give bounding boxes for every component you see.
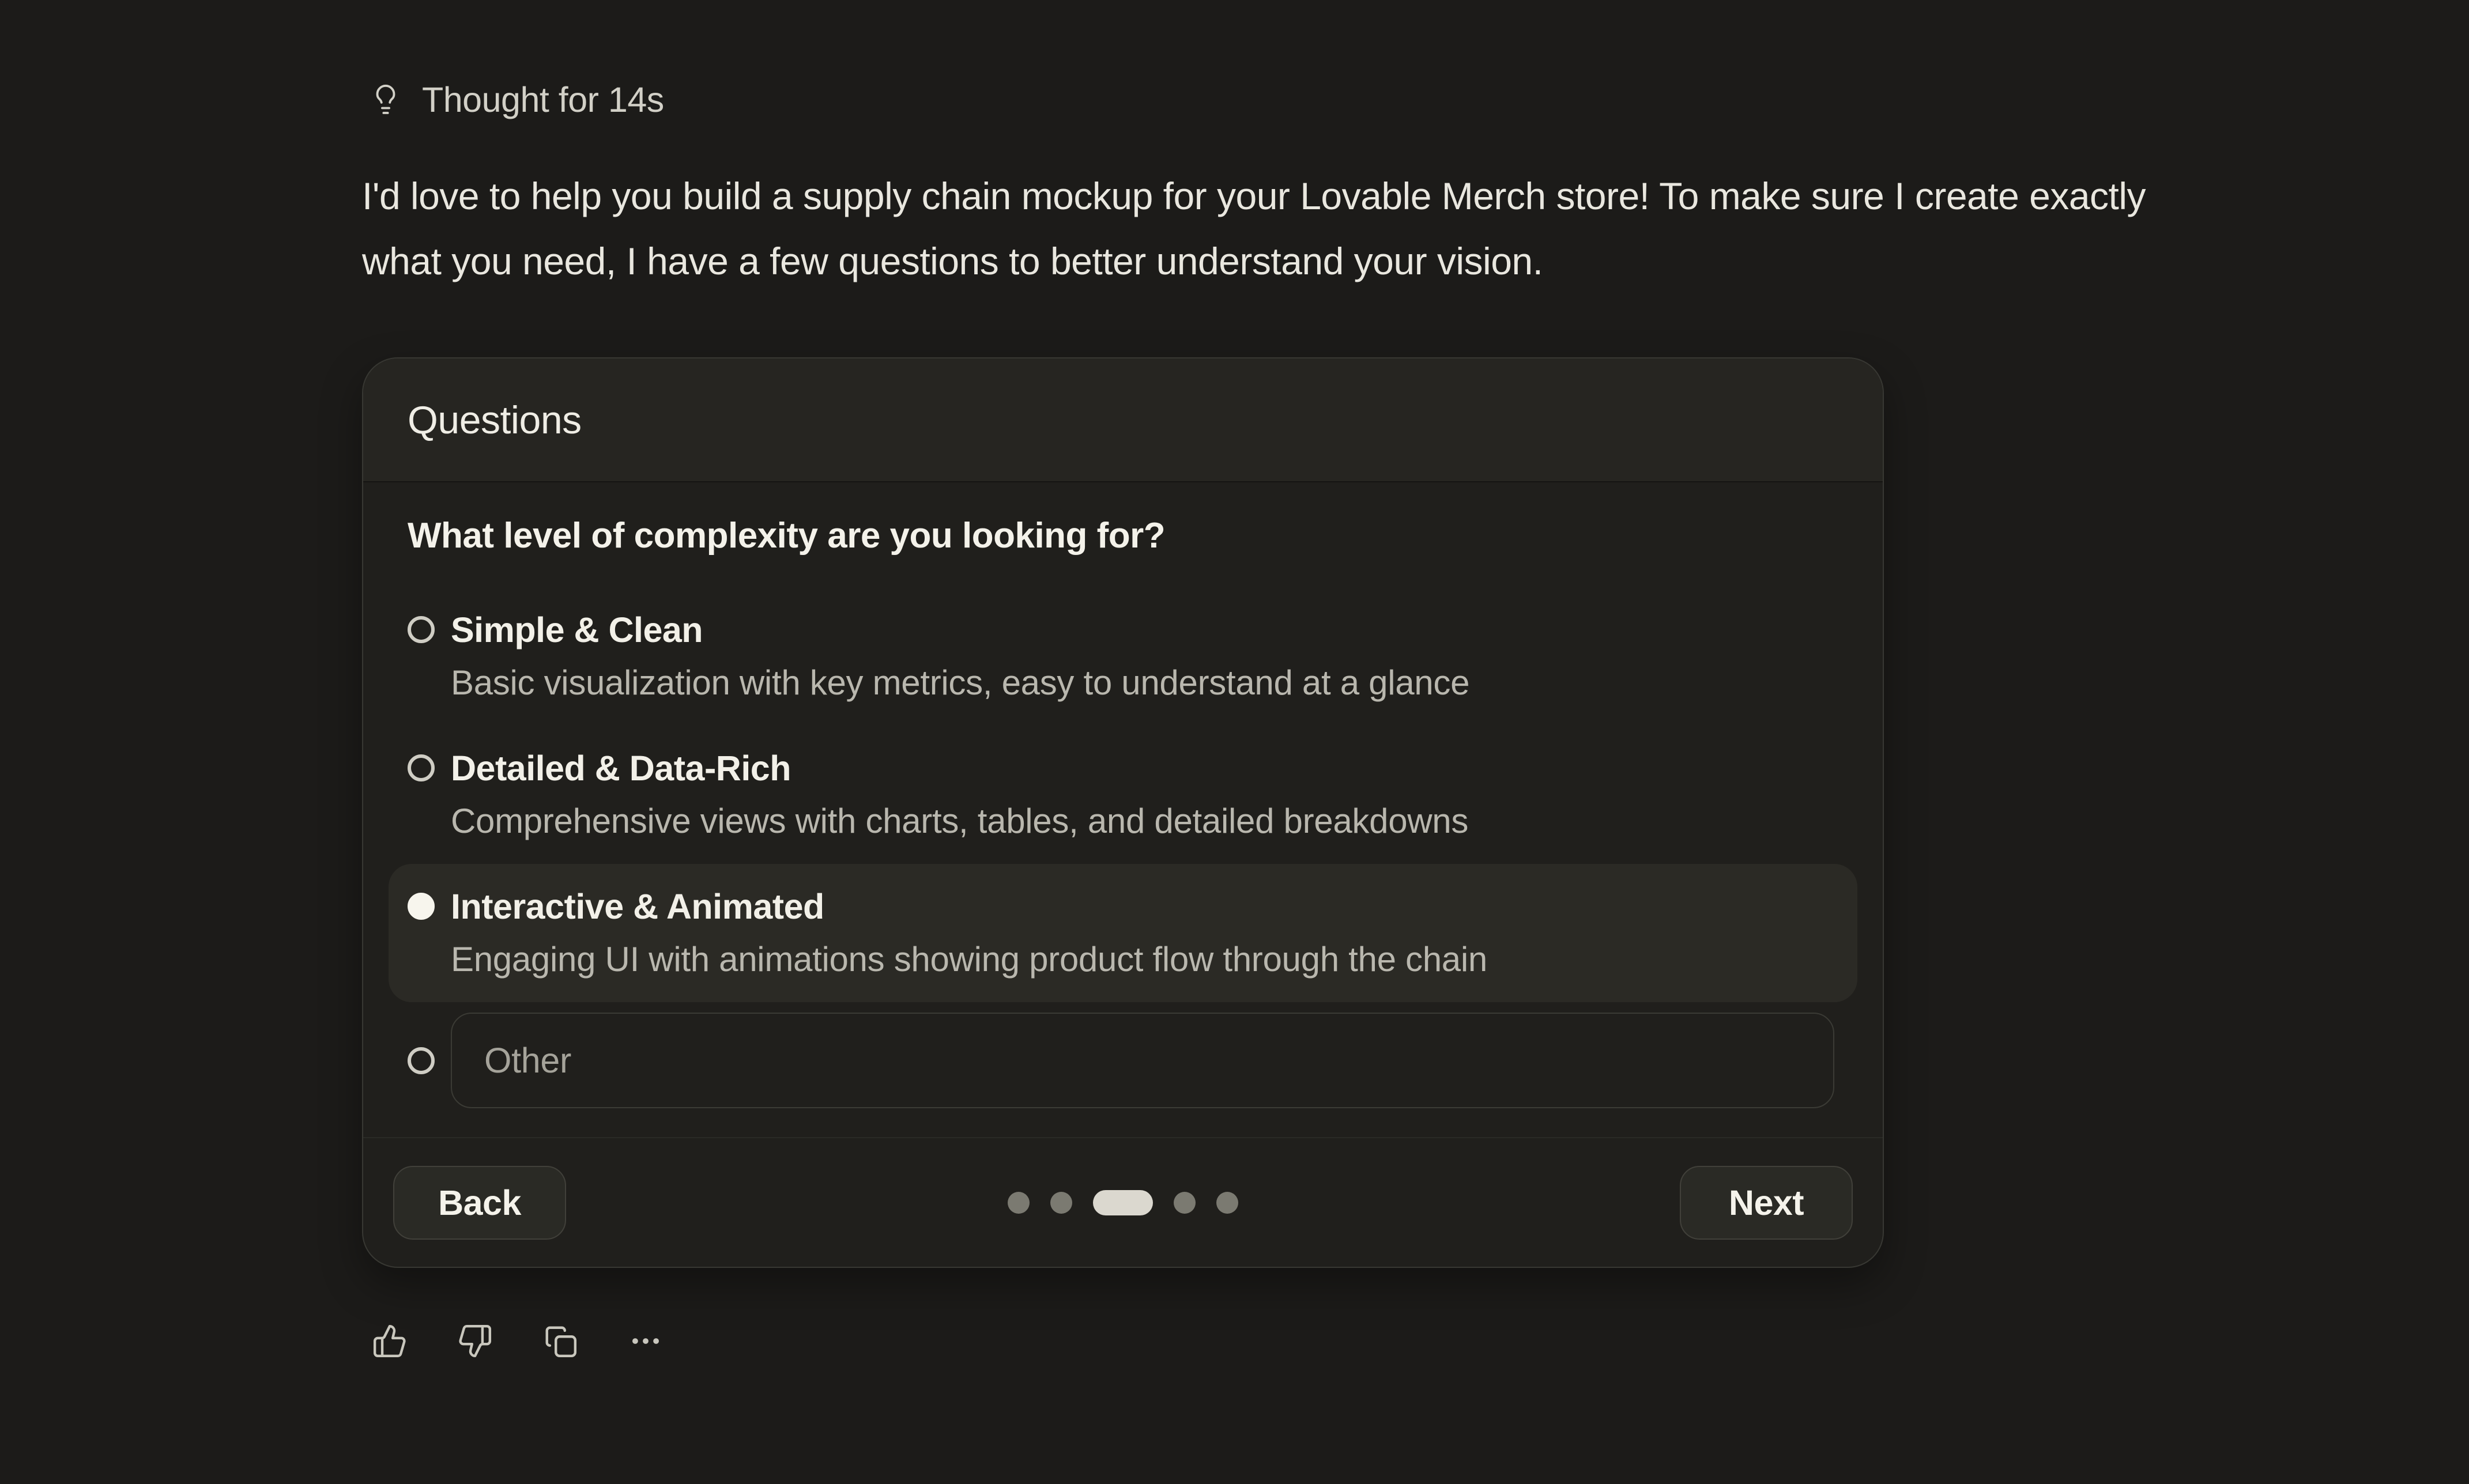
lightbulb-icon xyxy=(369,83,402,116)
radio-icon[interactable] xyxy=(408,616,435,643)
thumbs-down-icon[interactable] xyxy=(457,1323,493,1359)
thought-toggle[interactable]: Thought for 14s xyxy=(369,80,664,120)
pagination-dot[interactable] xyxy=(1216,1192,1238,1214)
copy-icon[interactable] xyxy=(542,1323,578,1359)
pagination-dot-active[interactable] xyxy=(1093,1190,1153,1215)
card-header: Questions xyxy=(363,358,1883,482)
option-description: Engaging UI with animations showing prod… xyxy=(451,933,1487,986)
message-actions xyxy=(372,1323,664,1359)
options-list: Simple & Clean Basic visualization with … xyxy=(389,587,1857,1108)
option-label: Simple & Clean xyxy=(451,603,1469,656)
option-description: Comprehensive views with charts, tables,… xyxy=(451,795,1468,848)
back-button[interactable]: Back xyxy=(393,1166,566,1240)
thought-label: Thought for 14s xyxy=(422,80,664,120)
card-body: What level of complexity are you looking… xyxy=(363,482,1883,1108)
pagination-dot[interactable] xyxy=(1174,1192,1196,1214)
pagination-dot[interactable] xyxy=(1050,1192,1072,1214)
pagination-dots xyxy=(1008,1190,1238,1215)
card-title: Questions xyxy=(408,398,582,443)
option-label: Detailed & Data-Rich xyxy=(451,742,1468,795)
questions-card: Questions What level of complexity are y… xyxy=(362,357,1884,1268)
card-footer: Back Next xyxy=(363,1137,1883,1267)
more-options-icon[interactable] xyxy=(628,1323,664,1359)
radio-icon[interactable] xyxy=(408,754,435,781)
next-button[interactable]: Next xyxy=(1680,1166,1853,1240)
assistant-message: I'd love to help you build a supply chai… xyxy=(362,164,2230,294)
radio-icon[interactable] xyxy=(408,893,435,920)
option-label: Interactive & Animated xyxy=(451,880,1487,933)
pagination-dot[interactable] xyxy=(1008,1192,1030,1214)
thumbs-up-icon[interactable] xyxy=(372,1323,408,1359)
radio-icon[interactable] xyxy=(408,1047,435,1074)
option-interactive-animated[interactable]: Interactive & Animated Engaging UI with … xyxy=(389,864,1857,1002)
other-input[interactable] xyxy=(451,1013,1834,1108)
option-simple-clean[interactable]: Simple & Clean Basic visualization with … xyxy=(389,587,1857,726)
question-text: What level of complexity are you looking… xyxy=(408,518,1857,554)
option-other[interactable] xyxy=(389,1002,1857,1108)
option-detailed-data-rich[interactable]: Detailed & Data-Rich Comprehensive views… xyxy=(389,726,1857,864)
option-description: Basic visualization with key metrics, ea… xyxy=(451,656,1469,709)
